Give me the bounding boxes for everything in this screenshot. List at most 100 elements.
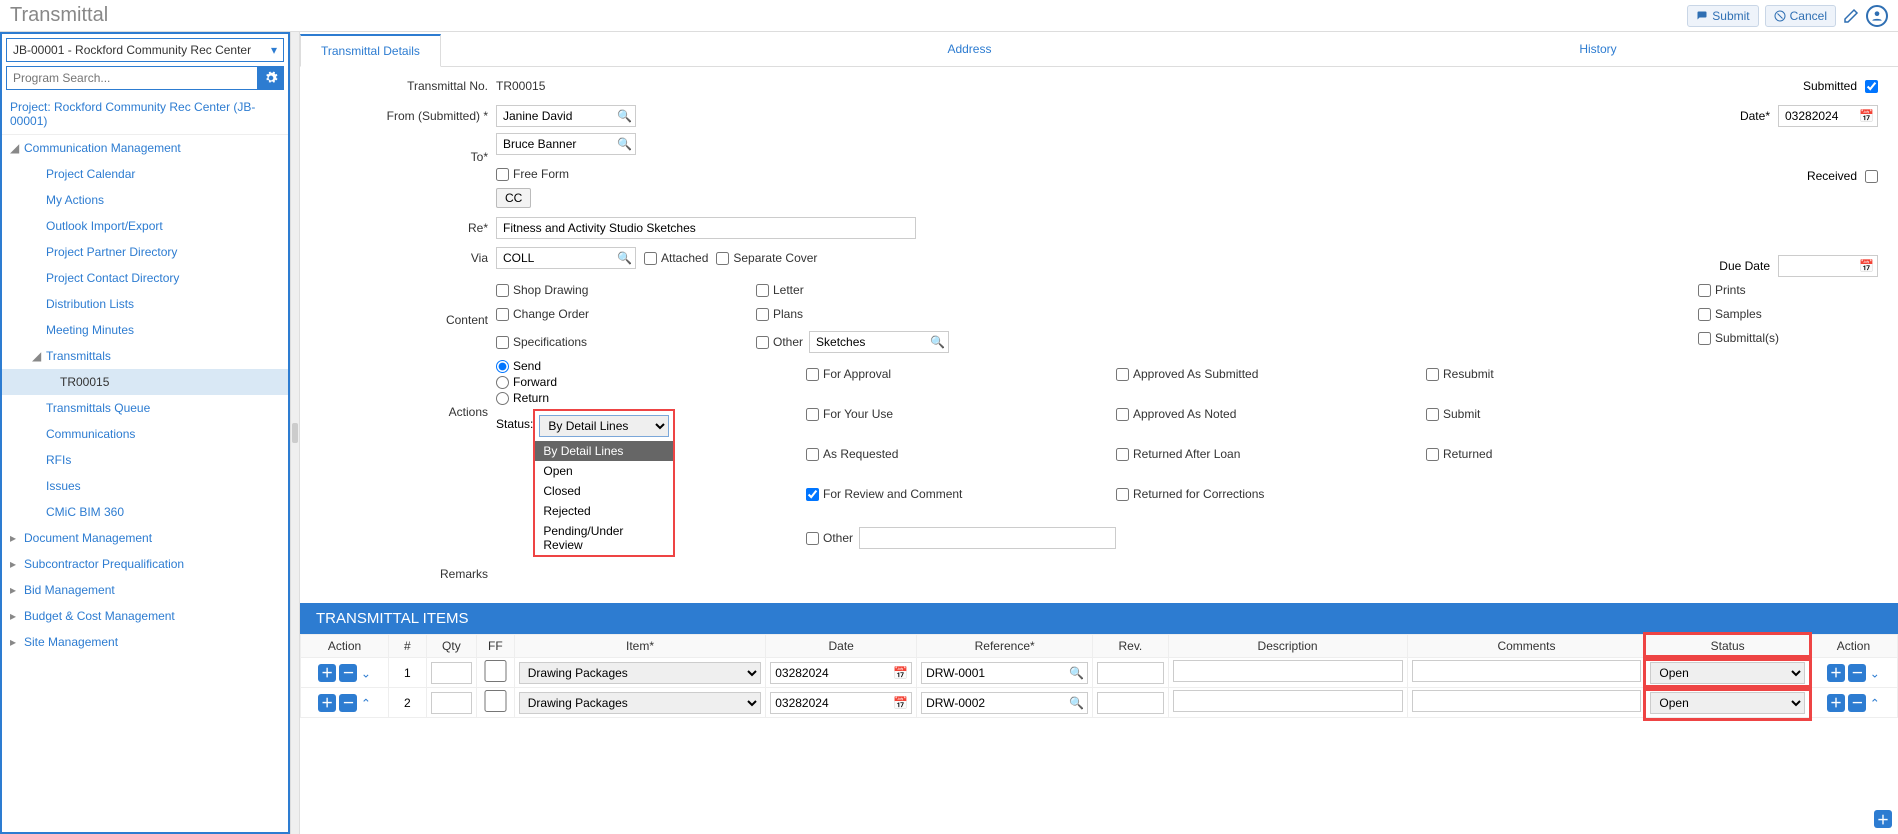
- freeform-checkbox[interactable]: [496, 168, 509, 181]
- other-input[interactable]: [809, 331, 949, 353]
- cb-prints[interactable]: [1698, 284, 1711, 297]
- reference-input[interactable]: [921, 662, 1088, 684]
- from-input[interactable]: [496, 105, 636, 127]
- add-bottom-button[interactable]: ＋: [1874, 810, 1892, 828]
- attached-checkbox[interactable]: [644, 252, 657, 265]
- calendar-icon[interactable]: 📅: [893, 666, 908, 680]
- user-icon[interactable]: [1866, 5, 1888, 27]
- row-remove-button[interactable]: －: [1848, 664, 1866, 682]
- sidebar-section-doc-mgmt[interactable]: ▸Document Management: [2, 525, 288, 551]
- submitted-checkbox[interactable]: [1865, 80, 1878, 93]
- radio-forward[interactable]: [496, 376, 509, 389]
- row-add-button[interactable]: ＋: [318, 664, 336, 682]
- cb-for-review[interactable]: [806, 488, 819, 501]
- cb-letter[interactable]: [756, 284, 769, 297]
- row-add-button[interactable]: ＋: [318, 694, 336, 712]
- cb-samples[interactable]: [1698, 308, 1711, 321]
- comments-input[interactable]: [1412, 690, 1642, 712]
- qty-input[interactable]: [431, 692, 472, 714]
- cb-submit[interactable]: [1426, 408, 1439, 421]
- row-status-select[interactable]: Open: [1650, 692, 1804, 714]
- sidebar-item-rfis[interactable]: RFIs: [2, 447, 288, 473]
- sidebar-item-transmittals-queue[interactable]: Transmittals Queue: [2, 395, 288, 421]
- cb-action-other[interactable]: [806, 532, 819, 545]
- item-select[interactable]: Drawing Packages: [519, 692, 761, 714]
- qty-input[interactable]: [431, 662, 472, 684]
- sidebar-section-communication[interactable]: ◢Communication Management: [2, 135, 288, 161]
- cb-shop-drawing[interactable]: [496, 284, 509, 297]
- search-settings-button[interactable]: [258, 66, 284, 90]
- cb-returned-loan[interactable]: [1116, 448, 1129, 461]
- sidebar-item-outlook[interactable]: Outlook Import/Export: [2, 213, 288, 239]
- sidebar-item-partner-dir[interactable]: Project Partner Directory: [2, 239, 288, 265]
- ff-checkbox[interactable]: [481, 660, 510, 682]
- rev-input[interactable]: [1097, 692, 1163, 714]
- desc-input[interactable]: [1173, 660, 1403, 682]
- sidebar-section-subcontractor[interactable]: ▸Subcontractor Prequalification: [2, 551, 288, 577]
- cb-returned-corrections[interactable]: [1116, 488, 1129, 501]
- sidebar-item-tr00015[interactable]: TR00015: [2, 369, 288, 395]
- cb-resubmit[interactable]: [1426, 368, 1439, 381]
- search-icon[interactable]: 🔍: [1069, 666, 1084, 680]
- sidebar-item-contact-dir[interactable]: Project Contact Directory: [2, 265, 288, 291]
- row-chevron-icon[interactable]: ⌄: [361, 666, 371, 680]
- rev-input[interactable]: [1097, 662, 1163, 684]
- row-add-button[interactable]: ＋: [1827, 664, 1845, 682]
- comments-input[interactable]: [1412, 660, 1642, 682]
- sidebar-item-my-actions[interactable]: My Actions: [2, 187, 288, 213]
- calendar-icon[interactable]: 📅: [1859, 259, 1874, 273]
- radio-send[interactable]: [496, 360, 509, 373]
- via-input[interactable]: [496, 247, 636, 269]
- search-icon[interactable]: 🔍: [617, 109, 632, 123]
- sidebar-section-site-mgmt[interactable]: ▸Site Management: [2, 629, 288, 655]
- cb-change-order[interactable]: [496, 308, 509, 321]
- search-icon[interactable]: 🔍: [617, 251, 632, 265]
- sidebar-item-communications[interactable]: Communications: [2, 421, 288, 447]
- row-status-select[interactable]: Open: [1650, 662, 1804, 684]
- ff-checkbox[interactable]: [481, 690, 510, 712]
- cb-submittals[interactable]: [1698, 332, 1711, 345]
- tab-history[interactable]: History: [1498, 34, 1698, 66]
- radio-return[interactable]: [496, 392, 509, 405]
- tab-address[interactable]: Address: [441, 34, 1498, 66]
- cb-specifications[interactable]: [496, 336, 509, 349]
- row-remove-button[interactable]: －: [1848, 694, 1866, 712]
- received-checkbox[interactable]: [1865, 170, 1878, 183]
- program-search-input[interactable]: [6, 66, 258, 90]
- cb-other[interactable]: [756, 336, 769, 349]
- cancel-button[interactable]: Cancel: [1765, 5, 1836, 27]
- reference-input[interactable]: [921, 692, 1088, 714]
- cb-for-your-use[interactable]: [806, 408, 819, 421]
- row-chevron-icon[interactable]: ⌃: [361, 696, 371, 710]
- cb-for-approval[interactable]: [806, 368, 819, 381]
- sidebar-item-dist-lists[interactable]: Distribution Lists: [2, 291, 288, 317]
- sidebar-item-issues[interactable]: Issues: [2, 473, 288, 499]
- item-date-input[interactable]: [770, 692, 912, 714]
- cb-approved-noted[interactable]: [1116, 408, 1129, 421]
- calendar-icon[interactable]: 📅: [1859, 109, 1874, 123]
- action-other-input[interactable]: [859, 527, 1116, 549]
- separate-cover-checkbox[interactable]: [716, 252, 729, 265]
- edit-icon[interactable]: [1842, 7, 1860, 25]
- project-select[interactable]: JB-00001 - Rockford Community Rec Center: [6, 38, 284, 62]
- cc-button[interactable]: CC: [496, 188, 531, 208]
- sidebar-section-bid-mgmt[interactable]: ▸Bid Management: [2, 577, 288, 603]
- row-chevron-icon[interactable]: ⌄: [1870, 666, 1880, 680]
- tab-details[interactable]: Transmittal Details: [300, 34, 441, 67]
- row-remove-button[interactable]: －: [339, 694, 357, 712]
- to-input[interactable]: [496, 133, 636, 155]
- calendar-icon[interactable]: 📅: [893, 696, 908, 710]
- sidebar-item-transmittals[interactable]: ◢Transmittals: [2, 343, 288, 369]
- sidebar-collapse-handle[interactable]: [290, 32, 300, 834]
- sidebar-section-budget-cost[interactable]: ▸Budget & Cost Management: [2, 603, 288, 629]
- search-icon[interactable]: 🔍: [617, 137, 632, 151]
- cb-as-requested[interactable]: [806, 448, 819, 461]
- sidebar-item-calendar[interactable]: Project Calendar: [2, 161, 288, 187]
- item-select[interactable]: Drawing Packages: [519, 662, 761, 684]
- item-date-input[interactable]: [770, 662, 912, 684]
- desc-input[interactable]: [1173, 690, 1403, 712]
- cb-approved-submitted[interactable]: [1116, 368, 1129, 381]
- submit-button[interactable]: Submit: [1687, 5, 1758, 27]
- row-chevron-icon[interactable]: ⌃: [1870, 696, 1880, 710]
- cb-returned[interactable]: [1426, 448, 1439, 461]
